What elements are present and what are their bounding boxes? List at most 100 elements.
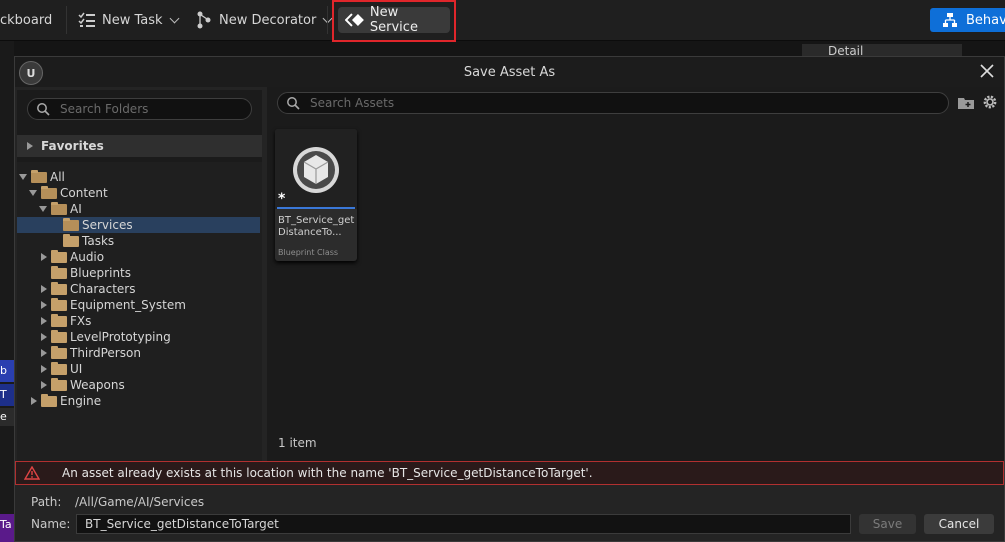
tree-item-label: Equipment_System	[70, 298, 186, 312]
tree-item-levelprototyping[interactable]: LevelPrototyping	[41, 329, 171, 345]
folder-icon	[51, 361, 67, 375]
new-decorator-button[interactable]: New Decorator	[196, 0, 333, 40]
graph-node-fragment-text: Ta	[0, 518, 12, 531]
collapse-arrow-icon	[39, 206, 47, 212]
tree-item-fxs[interactable]: FXs	[41, 313, 91, 329]
save-button[interactable]: Save	[859, 514, 916, 534]
close-icon	[980, 64, 994, 78]
close-button[interactable]	[976, 60, 998, 82]
blackboard-button[interactable]: ckboard	[0, 0, 52, 40]
tree-item-blueprints[interactable]: Blueprints	[51, 265, 131, 281]
expand-arrow-icon	[41, 317, 47, 325]
folder-icon	[51, 249, 67, 263]
tree-item-services[interactable]: Services	[17, 217, 260, 233]
folder-tree-pane: Favorites All Content AI Services	[17, 90, 262, 461]
asset-type: Blueprint Class	[278, 248, 339, 257]
error-message-text: An asset already exists at this location…	[62, 466, 593, 480]
tree-icon	[943, 13, 957, 27]
save-asset-dialog: U Save Asset As Favorites All	[14, 56, 1005, 542]
path-label: Path:	[31, 495, 62, 509]
folder-icon	[51, 281, 67, 295]
tree-item-label: Engine	[60, 394, 102, 408]
error-message-bar: An asset already exists at this location…	[15, 461, 1004, 485]
graph-node-fragment: b	[0, 360, 14, 382]
tree-item-label: FXs	[70, 314, 92, 328]
folder-open-icon	[51, 201, 67, 215]
tree-item-thirdperson[interactable]: ThirdPerson	[41, 345, 141, 361]
cancel-button[interactable]: Cancel	[924, 514, 994, 534]
tree-item-characters[interactable]: Characters	[41, 281, 136, 297]
editor-toolbar: ckboard New Task New Decorator New Servi	[0, 0, 1005, 42]
tree-item-tasks[interactable]: Tasks	[63, 233, 114, 249]
blackboard-label: ckboard	[0, 12, 53, 28]
tree-item-all[interactable]: All	[19, 169, 65, 185]
tree-item-label: Services	[82, 218, 133, 232]
warning-icon	[24, 466, 40, 480]
item-count: 1 item	[278, 436, 317, 450]
folder-icon	[51, 313, 67, 327]
search-folders-box[interactable]	[27, 98, 252, 120]
asset-thumbnail: *	[275, 129, 357, 209]
decorator-icon	[197, 11, 211, 29]
task-list-icon	[78, 12, 95, 27]
search-folders-input[interactable]	[58, 101, 242, 117]
new-decorator-label: New Decorator	[219, 12, 317, 28]
tree-item-equipment-system[interactable]: Equipment_System	[41, 297, 186, 313]
favorites-section[interactable]: Favorites	[17, 135, 262, 157]
expand-arrow-icon	[41, 365, 47, 373]
expand-arrow-icon	[27, 142, 33, 150]
expand-arrow-icon	[41, 333, 47, 341]
tree-item-label: Tasks	[82, 234, 115, 248]
folder-open-icon	[63, 217, 79, 231]
asset-name: BT_Service_get DistanceTo...	[278, 215, 354, 239]
favorites-label: Favorites	[41, 139, 104, 153]
name-label: Name:	[31, 517, 71, 531]
search-assets-input[interactable]	[308, 95, 912, 111]
expand-arrow-icon	[41, 381, 47, 389]
tree-item-weapons[interactable]: Weapons	[41, 377, 125, 393]
tree-item-label: UI	[70, 362, 83, 376]
tree-item-label: All	[50, 170, 65, 184]
graph-node-fragment-text: e T	[0, 410, 7, 423]
asset-view-pane: * BT_Service_get DistanceTo... Blueprint…	[267, 87, 1004, 461]
graph-node-fragment: Ta	[0, 514, 14, 542]
tree-item-label: Audio	[70, 250, 105, 264]
folder-icon	[51, 265, 67, 279]
graph-node-fragment-text: b	[0, 364, 7, 377]
folder-open-icon	[41, 185, 57, 199]
tree-item-label: Characters	[70, 282, 136, 296]
tree-item-label: Content	[60, 186, 108, 200]
tree-item-content[interactable]: Content	[29, 185, 108, 201]
tree-item-engine[interactable]: Engine	[31, 393, 101, 409]
dialog-title-bar[interactable]: U Save Asset As	[15, 57, 1004, 87]
tree-item-audio[interactable]: Audio	[41, 249, 104, 265]
asset-name-line2: DistanceTo...	[278, 227, 342, 238]
highlight-annotation	[332, 0, 456, 42]
tree-item-label: Weapons	[70, 378, 125, 392]
new-task-button[interactable]: New Task	[78, 0, 179, 40]
behavior-label: Behav	[966, 12, 1005, 28]
search-icon	[37, 103, 50, 116]
folder-icon	[63, 233, 79, 247]
graph-node-fragment-text: T	[0, 388, 7, 401]
chevron-down-icon	[169, 13, 179, 23]
asset-name-line1: BT_Service_get	[278, 215, 355, 226]
behavior-tree-button[interactable]: Behav	[930, 8, 1005, 32]
tree-item-ai[interactable]: AI	[39, 201, 82, 217]
expand-arrow-icon	[41, 253, 47, 261]
search-assets-box[interactable]	[277, 92, 949, 114]
tree-item-ui[interactable]: UI	[41, 361, 82, 377]
gear-icon[interactable]	[981, 93, 999, 111]
graph-node-fragment: T	[0, 384, 14, 406]
new-folder-icon[interactable]	[957, 95, 975, 111]
folder-icon	[51, 377, 67, 391]
asset-tile[interactable]: * BT_Service_get DistanceTo... Blueprint…	[275, 129, 357, 261]
folder-icon	[41, 393, 57, 407]
expand-arrow-icon	[31, 397, 37, 405]
asset-color-bar	[277, 207, 355, 209]
modified-marker: *	[278, 191, 286, 207]
graph-node-fragment: e T	[0, 408, 14, 426]
expand-arrow-icon	[41, 349, 47, 357]
folder-tree: All Content AI Services Tasks Audio Blue…	[17, 162, 262, 461]
asset-name-input[interactable]	[76, 514, 851, 534]
